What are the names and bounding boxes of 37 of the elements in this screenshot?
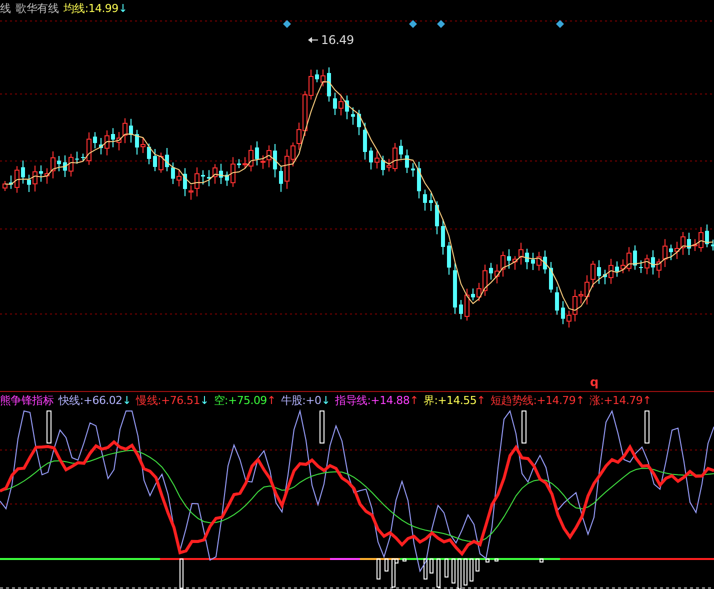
legend-label: 牛股:	[280, 393, 306, 409]
legend-label: 短趋势线:	[490, 393, 537, 409]
trend-arrow: ↓	[122, 393, 132, 409]
legend-value: 14.99	[88, 1, 118, 17]
trend-arrow: ↑	[476, 393, 486, 409]
trend-arrow: ↑	[576, 393, 585, 409]
legend-value: +75.09	[228, 393, 267, 409]
legend-label: 涨:	[590, 393, 604, 409]
legend-text: 歌华有线	[16, 1, 59, 17]
legend-value: +14.55	[438, 393, 477, 409]
diamond-icon	[283, 20, 291, 28]
legend-value: +0	[306, 393, 322, 409]
price-arrow-icon	[308, 37, 318, 43]
legend-value: +14.79	[604, 393, 643, 409]
legend-text: 线	[0, 1, 11, 17]
legend-label: 空:	[214, 393, 228, 409]
legend-value: +14.79	[536, 393, 576, 409]
legend-label: 慢线:	[136, 393, 161, 409]
legend-label: 指导线:	[335, 393, 371, 409]
legend-value: +76.51	[160, 393, 200, 409]
trend-arrow: ↑	[642, 393, 652, 409]
trend-arrow: ↓	[200, 393, 209, 409]
legend-label: 均线:	[64, 1, 88, 17]
indicator-title: 熊争锋指标	[0, 393, 54, 409]
legend-label: 快线:	[58, 393, 84, 409]
peak-price-label: 16.49	[321, 33, 354, 47]
trend-arrow: ↓	[118, 1, 128, 17]
trend-arrow: ↓	[321, 393, 330, 409]
diamond-icon	[409, 20, 417, 28]
trend-arrow: ↑	[410, 393, 418, 409]
diamond-icon	[437, 20, 445, 28]
diamond-icon	[556, 20, 564, 28]
legend-value: +14.88	[370, 393, 410, 409]
signal-marker: q	[590, 375, 598, 389]
legend-label: 界:	[424, 393, 438, 409]
legend-value: +66.02	[83, 393, 122, 409]
trend-arrow: ↑	[266, 393, 276, 409]
